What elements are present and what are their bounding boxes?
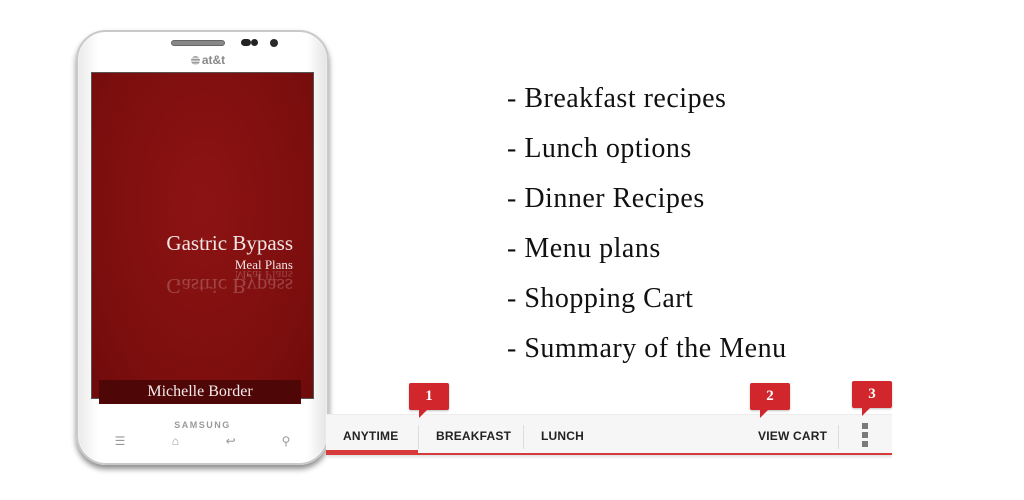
hardware-keys: ☰ ⌂ ↩ ⚲ bbox=[108, 434, 298, 448]
app-title: Gastric Bypass bbox=[166, 231, 293, 255]
tab-breakfast[interactable]: BREAKFAST bbox=[436, 415, 511, 453]
menu-key-icon[interactable]: ☰ bbox=[108, 434, 132, 448]
callout-badge-3: 3 bbox=[852, 381, 892, 416]
feature-item: - Menu plans bbox=[507, 233, 661, 264]
view-cart-button[interactable]: VIEW CART bbox=[758, 415, 827, 453]
tab-lunch[interactable]: LUNCH bbox=[541, 415, 584, 453]
front-camera-icon bbox=[270, 39, 278, 47]
action-bar: ANYTIME BREAKFAST LUNCH VIEW CART bbox=[326, 414, 892, 459]
tab-divider bbox=[838, 425, 839, 449]
feature-item: - Lunch options bbox=[507, 133, 692, 164]
feature-item: - Breakfast recipes bbox=[507, 83, 727, 114]
callout-badge-2: 2 bbox=[750, 383, 790, 418]
tab-divider bbox=[418, 425, 419, 449]
carrier-logo: at&t bbox=[178, 53, 238, 67]
tab-anytime[interactable]: ANYTIME bbox=[343, 415, 398, 453]
sensor-icon bbox=[251, 39, 258, 46]
back-key-icon[interactable]: ↩ bbox=[219, 434, 243, 448]
att-globe-icon bbox=[190, 56, 200, 65]
search-key-icon[interactable]: ⚲ bbox=[274, 434, 298, 448]
phone-mockup: at&t Gastric Bypass Meal Plans Meal Plan… bbox=[76, 30, 329, 465]
app-cover-screen: Gastric Bypass Meal Plans Meal Plans Gas… bbox=[91, 72, 314, 404]
feature-item: - Shopping Cart bbox=[507, 283, 694, 314]
sensor-icon bbox=[241, 39, 251, 46]
feature-item: - Summary of the Menu bbox=[507, 333, 787, 364]
tab-divider bbox=[523, 425, 524, 449]
app-title-reflection: Gastric Bypass bbox=[166, 274, 293, 298]
feature-list: - Breakfast recipes - Lunch options - Di… bbox=[507, 80, 787, 380]
callout-badge-1: 1 bbox=[409, 383, 449, 418]
home-key-icon[interactable]: ⌂ bbox=[163, 434, 187, 448]
tabbar-shadow bbox=[326, 455, 892, 459]
author-name: Michelle Border bbox=[99, 380, 301, 404]
overflow-menu-icon[interactable] bbox=[862, 423, 868, 450]
feature-item: - Dinner Recipes bbox=[507, 183, 705, 214]
speaker-grille bbox=[171, 40, 225, 46]
brand-logo: SAMSUNG bbox=[174, 420, 231, 430]
